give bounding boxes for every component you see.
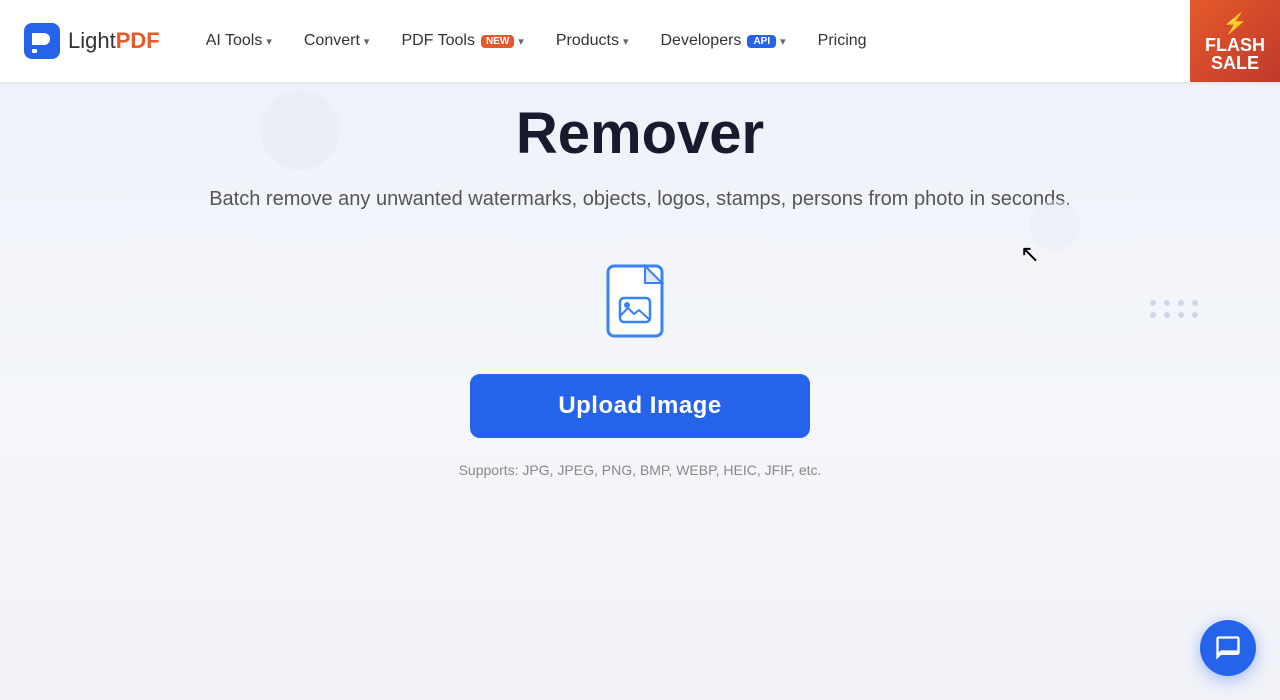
nav-items: AI Tools ▾ Convert ▾ PDF Tools NEW ▾ Pro…: [192, 24, 1256, 58]
chevron-down-icon: ▾: [364, 35, 370, 48]
cursor-icon: ↖: [1020, 240, 1040, 269]
api-badge: API: [747, 35, 776, 48]
flash-sale-text-line1: FLASH: [1205, 36, 1265, 54]
decorative-circle-left: [260, 90, 340, 170]
nav-item-convert[interactable]: Convert ▾: [290, 24, 384, 58]
nav-item-products[interactable]: Products ▾: [542, 24, 643, 58]
nav-item-developers[interactable]: Developers API ▾: [647, 24, 800, 58]
chat-icon: [1214, 634, 1242, 662]
navigation: LightPDF AI Tools ▾ Convert ▾ PDF Tools …: [0, 0, 1280, 82]
flash-icon: ⚡: [1223, 11, 1248, 36]
upload-image-button[interactable]: Upload Image: [470, 374, 810, 438]
upload-area: Upload Image Supports: JPG, JPEG, PNG, B…: [459, 264, 822, 478]
new-badge: NEW: [481, 35, 514, 48]
chevron-down-icon: ▾: [623, 35, 629, 48]
nav-item-pdf-tools[interactable]: PDF Tools NEW ▾: [387, 24, 537, 58]
upload-file-icon: [595, 264, 685, 354]
chevron-down-icon: ▾: [518, 35, 524, 48]
page-subtitle: Batch remove any unwanted watermarks, ob…: [209, 184, 1071, 214]
chevron-down-icon: ▾: [266, 35, 272, 48]
logo[interactable]: LightPDF: [24, 23, 160, 59]
main-content: ↖ Remover Batch remove any unwanted wate…: [0, 0, 1280, 700]
flash-sale-banner[interactable]: ⚡ FLASH SALE: [1190, 0, 1280, 82]
flash-sale-text-line2: SALE: [1211, 54, 1259, 72]
decorative-circle-right: [1030, 200, 1080, 250]
nav-item-ai-tools[interactable]: AI Tools ▾: [192, 24, 286, 58]
nav-item-pricing[interactable]: Pricing: [804, 24, 881, 58]
supported-formats-text: Supports: JPG, JPEG, PNG, BMP, WEBP, HEI…: [459, 462, 822, 478]
decorative-dots: [1150, 300, 1200, 318]
chevron-down-icon: ▾: [780, 35, 786, 48]
logo-text: LightPDF: [68, 28, 160, 54]
chat-button[interactable]: [1200, 620, 1256, 676]
